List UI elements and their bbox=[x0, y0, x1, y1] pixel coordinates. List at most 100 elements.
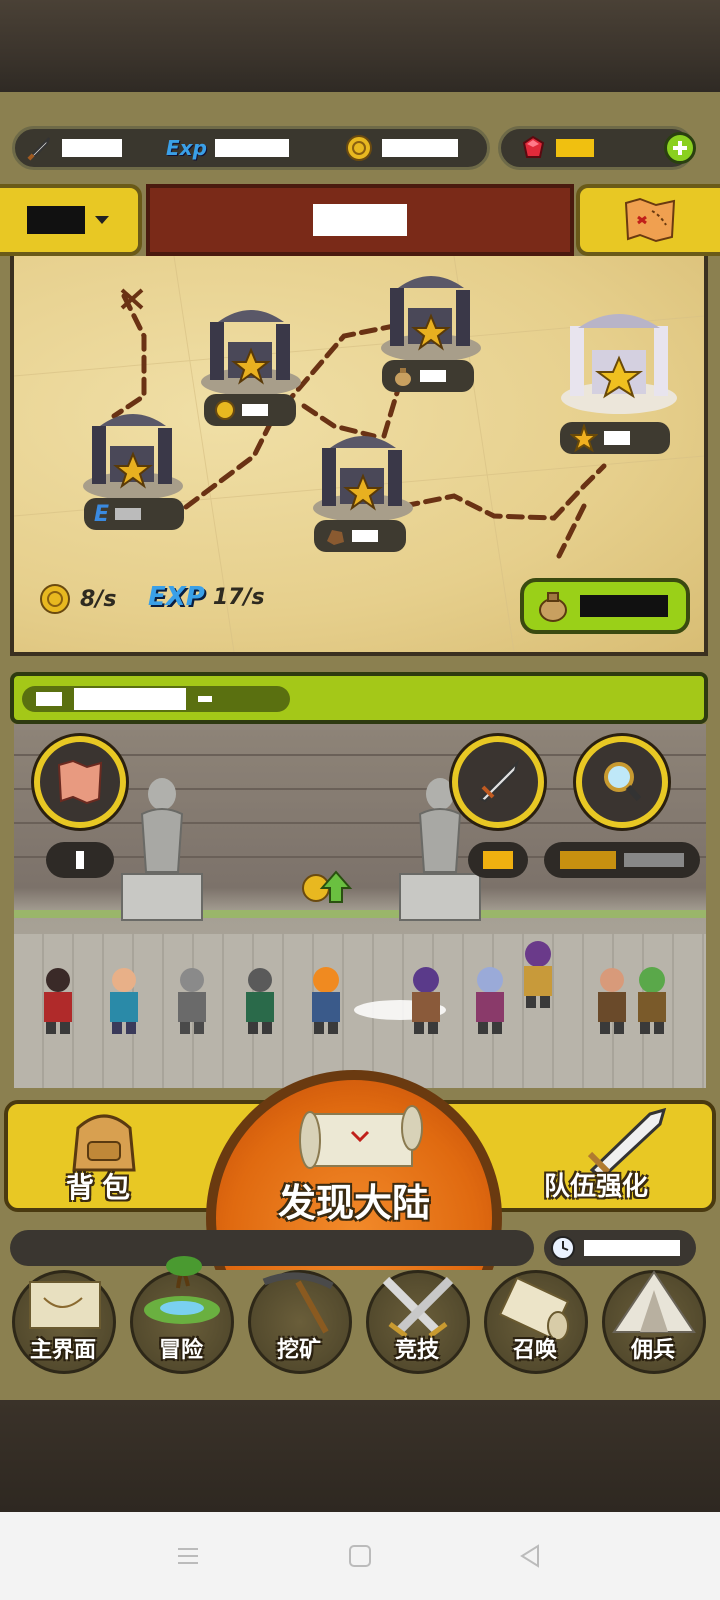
dungeon-node-4-label bbox=[314, 520, 406, 552]
gold-coin-icon bbox=[40, 584, 70, 614]
exp-resource: Exp bbox=[166, 132, 289, 164]
enemy-archer bbox=[638, 967, 666, 1034]
nav-main[interactable]: 主界面 bbox=[4, 1268, 122, 1374]
gold-resource bbox=[344, 132, 458, 164]
region-title-bar bbox=[146, 184, 574, 256]
nav-mercenary-label: 佣兵 bbox=[630, 1338, 675, 1363]
exp-value bbox=[214, 139, 289, 157]
search-button[interactable] bbox=[576, 736, 668, 828]
team-upgrade-button[interactable]: 队伍强化 bbox=[540, 1108, 710, 1208]
enemy-rogue bbox=[412, 967, 440, 1034]
star-icon bbox=[570, 424, 598, 452]
dungeon-node-3[interactable] bbox=[376, 268, 486, 364]
exp-rate-label: EXP bbox=[148, 582, 205, 612]
magnifier-icon bbox=[604, 762, 642, 802]
dungeon-node-2[interactable] bbox=[196, 302, 306, 398]
backpack-button[interactable]: 背包 bbox=[30, 1108, 180, 1208]
equipment-count-chip bbox=[468, 842, 528, 878]
region-select-dropdown[interactable] bbox=[0, 184, 142, 256]
nav-arena[interactable]: 竞技 bbox=[358, 1268, 476, 1374]
bottom-background bbox=[0, 1400, 720, 1512]
nav-adventure[interactable]: 冒险 bbox=[122, 1256, 240, 1374]
clock-icon bbox=[551, 1236, 575, 1260]
exp-icon: Exp bbox=[166, 136, 207, 160]
gems-value bbox=[556, 139, 594, 157]
gold-coin-icon bbox=[215, 400, 235, 420]
collect-rewards-value bbox=[580, 595, 668, 617]
merchant-value bbox=[624, 853, 684, 867]
timer-chip bbox=[544, 1230, 696, 1266]
hero-mage bbox=[246, 968, 274, 1034]
team-upgrade-label: 队伍强化 bbox=[544, 1172, 649, 1202]
dungeon-node-4[interactable] bbox=[308, 428, 418, 524]
ore-icon bbox=[327, 530, 344, 545]
sword-icon bbox=[479, 759, 519, 803]
treasure-map-icon bbox=[624, 197, 676, 243]
floating-island-icon bbox=[144, 1256, 220, 1324]
battle-scene bbox=[14, 724, 706, 1088]
ruins-icon bbox=[381, 276, 481, 362]
scroll-icon bbox=[299, 1105, 423, 1169]
nav-mining[interactable]: 挖矿 bbox=[240, 1268, 358, 1374]
node-1-value bbox=[115, 508, 142, 520]
stage-progress-fill bbox=[22, 686, 290, 712]
quest-count bbox=[76, 851, 84, 869]
system-nav-bar bbox=[0, 1512, 720, 1600]
equipment-button[interactable] bbox=[452, 736, 544, 828]
merchant-chip bbox=[544, 842, 700, 878]
tent-icon bbox=[612, 1270, 696, 1333]
node-3-value bbox=[420, 370, 446, 382]
exp-rate-value: 17/s bbox=[212, 584, 265, 610]
nav-arena-label: 竞技 bbox=[394, 1338, 439, 1363]
pickaxe-icon bbox=[262, 1272, 334, 1334]
nav-adventure-label: 冒险 bbox=[158, 1338, 203, 1363]
notification-strip bbox=[10, 1230, 534, 1266]
map-scroll-icon bbox=[29, 1281, 101, 1329]
plus-icon bbox=[673, 141, 687, 155]
back-icon[interactable] bbox=[516, 1542, 544, 1570]
add-gems-button[interactable] bbox=[664, 132, 696, 164]
stage-number bbox=[36, 692, 62, 706]
merchant-bar bbox=[560, 851, 616, 869]
scroll-map-icon bbox=[57, 759, 103, 805]
discover-label: 发现大陆 bbox=[277, 1181, 430, 1225]
nav-summon[interactable]: 召唤 bbox=[476, 1268, 594, 1374]
crossed-swords-icon bbox=[382, 1276, 454, 1338]
temple-icon bbox=[561, 314, 677, 414]
quest-count-chip bbox=[46, 842, 114, 878]
statue-left bbox=[121, 778, 203, 921]
nav-summon-label: 召唤 bbox=[512, 1338, 557, 1363]
money-bag-icon bbox=[539, 592, 567, 622]
menu-icon[interactable] bbox=[174, 1542, 202, 1570]
collect-rewards-button[interactable] bbox=[520, 578, 690, 634]
stage-name bbox=[74, 688, 186, 710]
world-map-button[interactable] bbox=[576, 184, 720, 256]
hero-knight bbox=[178, 968, 206, 1034]
dungeon-node-1-label: E bbox=[84, 498, 184, 530]
equipment-count bbox=[483, 851, 513, 869]
quest-scroll-button[interactable] bbox=[34, 736, 126, 828]
dungeon-node-5-label bbox=[560, 422, 670, 454]
node-4-value bbox=[352, 530, 378, 542]
home-icon[interactable] bbox=[346, 1542, 374, 1570]
nav-mercenary[interactable]: 佣兵 bbox=[594, 1268, 712, 1374]
top-background bbox=[0, 0, 720, 92]
gems-resource bbox=[518, 132, 594, 164]
hero-brawler bbox=[110, 968, 138, 1034]
ruins-icon bbox=[83, 414, 183, 500]
gold-coin-icon bbox=[344, 133, 374, 163]
enemy-priestess bbox=[476, 967, 504, 1034]
stage-separator bbox=[198, 696, 212, 702]
hero-warrior bbox=[44, 968, 72, 1034]
dungeon-node-2-label bbox=[204, 394, 296, 426]
region-select-label bbox=[27, 206, 85, 234]
chevron-down-icon bbox=[95, 216, 109, 224]
dungeon-node-5-current[interactable] bbox=[554, 306, 684, 416]
attack-value bbox=[62, 139, 122, 157]
enemy-cleric bbox=[524, 941, 552, 1008]
gold-rate-value: 8/s bbox=[80, 586, 117, 612]
dungeon-node-1[interactable] bbox=[78, 406, 188, 502]
rolled-scroll-icon bbox=[498, 1276, 570, 1340]
money-bag-icon bbox=[395, 368, 411, 386]
level-up-icon[interactable] bbox=[300, 864, 354, 908]
